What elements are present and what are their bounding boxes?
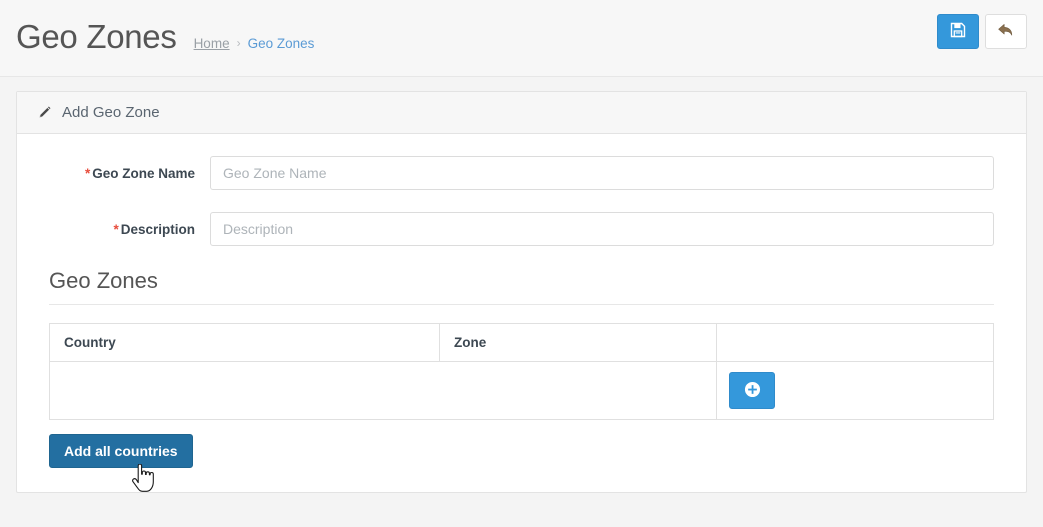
back-arrow-icon bbox=[997, 22, 1015, 41]
geo-zones-section-title: Geo Zones bbox=[49, 268, 994, 305]
page-header: Geo Zones Home › Geo Zones bbox=[0, 0, 1043, 77]
save-button[interactable] bbox=[937, 14, 979, 49]
breadcrumb: Home › Geo Zones bbox=[194, 26, 315, 51]
label-geo-zone-name: * Geo Zone Name bbox=[35, 166, 210, 181]
header-actions bbox=[937, 14, 1027, 49]
table-body bbox=[49, 361, 994, 420]
column-header-country: Country bbox=[49, 323, 440, 362]
form-row-geo-zone-name: * Geo Zone Name bbox=[35, 156, 1008, 190]
panel-heading: Add Geo Zone bbox=[17, 92, 1026, 134]
required-marker: * bbox=[84, 165, 91, 181]
table-header-row: Country Zone bbox=[49, 323, 994, 362]
description-input[interactable] bbox=[210, 212, 994, 246]
breadcrumb-item-geo-zones[interactable]: Geo Zones bbox=[248, 36, 315, 51]
add-row-button[interactable] bbox=[729, 372, 775, 409]
table-cell-action bbox=[716, 361, 994, 420]
table-cell-empty bbox=[49, 361, 717, 420]
label-text: Description bbox=[120, 221, 195, 237]
column-header-zone: Zone bbox=[439, 323, 717, 362]
add-all-countries-button[interactable]: Add all countries bbox=[49, 434, 193, 468]
table-row bbox=[49, 361, 994, 420]
back-button[interactable] bbox=[985, 14, 1027, 49]
add-geo-zone-panel: Add Geo Zone *Geo Zone Name *Description… bbox=[16, 91, 1027, 493]
pencil-icon bbox=[37, 105, 52, 120]
form-row-description: * Description bbox=[35, 212, 1008, 246]
required-marker: * bbox=[113, 221, 119, 237]
column-header-action bbox=[716, 323, 994, 362]
table-head: Country Zone bbox=[49, 323, 994, 362]
label-description: * Description bbox=[35, 222, 210, 237]
page-title: Geo Zones bbox=[16, 18, 177, 55]
geo-zone-name-input[interactable] bbox=[210, 156, 994, 190]
panel-heading-title: Add Geo Zone bbox=[62, 104, 160, 121]
save-floppy-icon bbox=[950, 22, 966, 41]
panel-body: *Geo Zone Name *Description Geo Zones Co… bbox=[17, 134, 1026, 492]
label-text: Geo Zone Name bbox=[92, 165, 195, 181]
plus-circle-icon bbox=[744, 381, 761, 401]
geo-zones-table: Country Zone bbox=[49, 323, 994, 420]
breadcrumb-separator-icon: › bbox=[236, 36, 241, 50]
breadcrumb-item-home[interactable]: Home bbox=[194, 36, 230, 51]
